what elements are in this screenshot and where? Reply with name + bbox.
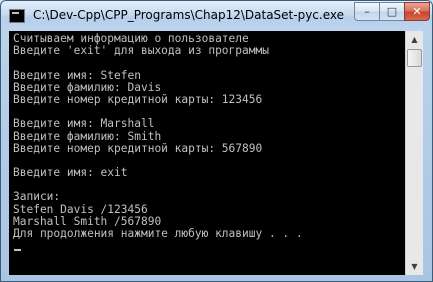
console-line: Для продолжения нажмите любую клавишу . … [13,227,303,240]
console-line: Stefen Davis /123456 [13,202,148,216]
close-button[interactable]: ✕ [404,2,430,21]
scrollbar-thumb[interactable] [407,49,422,67]
console-window: C:\Dev-Cpp\CPP_Programs\Chap12\DataSet-p… [0,0,433,282]
cursor-line [13,240,303,252]
console-line: Введите номер кредитной карты: 567890 [13,141,263,155]
console-app-icon[interactable] [9,9,25,23]
console-line: Введите имя: Stefen [13,68,141,82]
scroll-up-arrow-icon[interactable]: ▲ [406,31,423,48]
console-line: Записи: [13,190,61,204]
console-line: Введите фамилию: Smith [13,129,162,143]
vertical-scrollbar[interactable]: ▲ ▼ [405,31,423,275]
minimize-button[interactable]: – [354,2,380,21]
window-title: C:\Dev-Cpp\CPP_Programs\Chap12\DataSet-p… [33,8,345,22]
scroll-down-arrow-icon[interactable]: ▼ [406,258,423,275]
maximize-button[interactable]: □ [379,2,405,21]
text-cursor [14,249,21,252]
console-lines: Считываем информацию о пользователе Введ… [13,32,303,252]
title-bar[interactable]: C:\Dev-Cpp\CPP_Programs\Chap12\DataSet-p… [1,1,432,31]
console-line: Введите имя: exit [13,166,128,180]
console-output[interactable]: Считываем информацию о пользователе Введ… [9,31,405,275]
console-line: Введите имя: Marshall [13,117,155,131]
console-line: Введите номер кредитной карты: 123456 [13,92,263,106]
console-line: Введите 'exit' для выхода из программы [13,44,269,58]
